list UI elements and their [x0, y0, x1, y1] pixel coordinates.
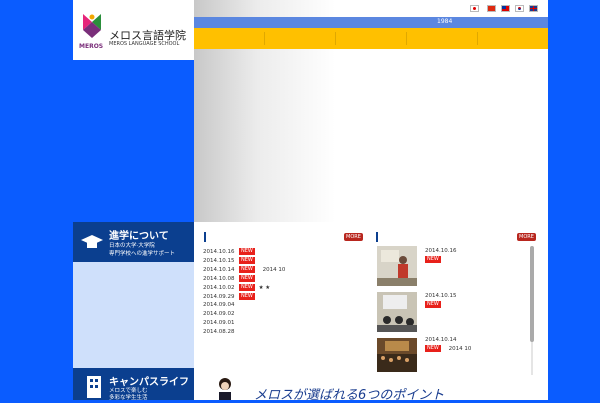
new-badge: NEW — [239, 257, 255, 264]
new-badge: NEW — [425, 301, 441, 308]
news-date: 2014.09.29 — [203, 294, 235, 300]
nav-divider — [264, 32, 265, 45]
news-item[interactable]: 2014.09.02 — [203, 311, 239, 319]
new-badge: NEW — [239, 248, 255, 255]
korea-flag-icon[interactable] — [515, 5, 524, 12]
news-item[interactable]: 2014.08.28 — [203, 329, 239, 337]
blog-text: 2014 10 — [448, 346, 472, 352]
news-item[interactable]: 2014.10.16 NEW — [203, 248, 255, 256]
new-badge: NEW — [425, 256, 441, 263]
sidebar-item-line: 日本の大学·大学院 — [109, 243, 155, 249]
news-date: 2014.09.01 — [203, 320, 235, 326]
blog-item-date: 2014.10.14 — [425, 337, 457, 343]
points-banner-text: メロスが選ばれる6つのポイント — [254, 388, 445, 403]
points-banner[interactable]: メロスが選ばれる6つのポイント — [194, 375, 548, 403]
nav-divider — [406, 32, 407, 45]
news-date: 2014.10.08 — [203, 276, 235, 282]
blog-item[interactable]: NEW — [425, 301, 441, 309]
nav-divider — [477, 32, 478, 45]
blog-item[interactable]: NEW 2014 10 — [425, 345, 471, 353]
new-badge: NEW — [425, 345, 441, 352]
news-item[interactable]: 2014.09.01 — [203, 320, 239, 328]
school-name-en: MEROS LANGUAGE SCHOOL — [109, 41, 180, 47]
blog-item-date: 2014.10.15 — [425, 293, 457, 299]
uk-flag-icon[interactable] — [529, 5, 538, 12]
scrollbar-thumb[interactable] — [530, 246, 534, 342]
new-badge: NEW — [239, 266, 255, 273]
news-date: 2014.10.02 — [203, 285, 235, 291]
graduation-cap-icon — [81, 235, 103, 248]
main-nav — [194, 28, 548, 49]
news-item[interactable]: 2014.09.29 NEW — [203, 293, 255, 301]
blog-photo-1[interactable] — [377, 246, 417, 286]
blog-heading-bar — [376, 232, 378, 242]
blog-item-date: 2014.10.16 — [425, 248, 457, 254]
info-bar-text: 1984 — [437, 18, 453, 25]
news-item[interactable]: 2014.10.02 NEW ★ ★ — [203, 284, 270, 292]
news-date: 2014.10.16 — [203, 249, 235, 255]
news-date: 2014.09.02 — [203, 311, 235, 317]
sidebar-item-study[interactable]: 進学について 日本の大学·大学院 専門学校への進学サポート — [73, 222, 194, 262]
site-logo[interactable]: MEROS メロス言語学院 MEROS LANGUAGE SCHOOL — [73, 0, 194, 60]
sidebar-spacer — [73, 262, 194, 368]
new-badge: NEW — [239, 293, 255, 300]
news-heading-bar — [204, 232, 206, 242]
new-badge: NEW — [239, 275, 255, 282]
china-flag-icon[interactable] — [487, 5, 496, 12]
sidebar-item-title: 進学について — [109, 231, 169, 242]
taiwan-flag-icon[interactable] — [501, 5, 510, 12]
news-more-button[interactable]: MORE — [344, 233, 363, 241]
news-item[interactable]: 2014.09.04 — [203, 302, 239, 310]
logo-mark-text: MEROS — [79, 43, 104, 50]
news-item[interactable]: 2014.10.14 NEW 2014 10 — [203, 266, 285, 274]
sidebar-item-line: 専門学校への進学サポート — [109, 251, 176, 257]
blog-item[interactable]: NEW — [425, 256, 441, 264]
news-date: 2014.10.14 — [203, 267, 235, 273]
meros-logo-icon — [83, 14, 101, 38]
content-area: MORE 2014.10.16 NEW 2014.10.15 NEW 2014.10… — [194, 222, 548, 400]
student-photo — [219, 378, 231, 400]
japan-flag-icon[interactable] — [470, 5, 479, 12]
building-icon — [87, 376, 101, 398]
new-badge: NEW — [239, 284, 255, 291]
blog-more-button[interactable]: MORE — [517, 233, 536, 241]
sidebar-item-campus-life[interactable]: キャンパスライフ メロスで楽しむ 多彩な学生生活 — [73, 368, 194, 401]
news-date: 2014.10.15 — [203, 258, 235, 264]
blog-photo-3[interactable] — [377, 338, 417, 372]
news-date: 2014.09.04 — [203, 302, 235, 308]
news-item[interactable]: 2014.10.08 NEW — [203, 275, 255, 283]
info-bar: 1984 — [194, 17, 548, 28]
blog-photo-2[interactable] — [377, 292, 417, 332]
news-text: 2014 10 — [262, 267, 286, 273]
news-text: ★ ★ — [258, 285, 271, 291]
news-item[interactable]: 2014.10.15 NEW — [203, 257, 255, 265]
news-date: 2014.08.28 — [203, 329, 235, 335]
nav-divider — [335, 32, 336, 45]
